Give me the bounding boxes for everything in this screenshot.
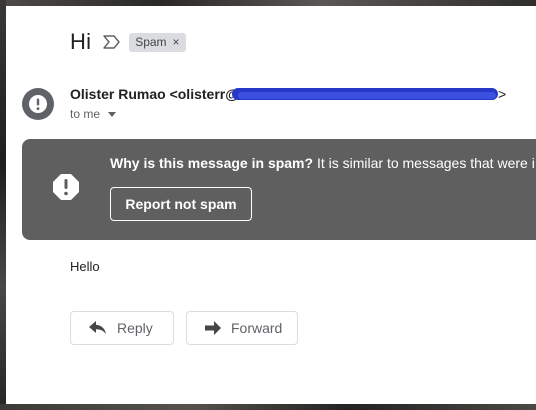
forward-button[interactable]: Forward (186, 311, 298, 345)
spam-question: Why is this message in spam? (110, 155, 314, 171)
importance-marker-icon[interactable] (103, 35, 121, 49)
recipient-label: to me (70, 107, 101, 121)
spam-warning-banner: Why is this message in spam? It is simil… (22, 139, 536, 240)
reply-button[interactable]: Reply (70, 311, 174, 345)
spam-explanation: Why is this message in spam? It is simil… (110, 155, 535, 171)
email-body: Hello (70, 259, 100, 274)
email-view: Hi Spam × Olister Rumao <olisterr@ > to … (6, 6, 536, 404)
recipient-details[interactable]: to me (70, 107, 117, 121)
warning-icon (29, 95, 47, 113)
forward-arrow-icon (205, 321, 221, 335)
email-subject: Hi (70, 29, 92, 54)
report-not-spam-button[interactable]: Report not spam (110, 187, 252, 221)
forward-label: Forward (231, 320, 283, 336)
chevron-down-icon (108, 111, 117, 117)
spam-label-chip: Spam × (129, 32, 186, 52)
redaction-scribble-overlay (238, 92, 496, 99)
reply-label: Reply (117, 320, 153, 336)
remove-label-button[interactable]: × (173, 35, 180, 49)
warning-octagon-icon (53, 174, 79, 200)
reply-arrow-icon (89, 321, 106, 334)
spam-reason: It is similar to messages that were i (313, 155, 535, 171)
background-edge-bottom (0, 404, 536, 410)
spam-label-text: Spam (135, 35, 167, 49)
sender-display: Olister Rumao <olisterr@ (70, 86, 239, 102)
sender-avatar (22, 88, 54, 120)
sender-name[interactable]: Olister Rumao <olisterr@ (70, 86, 239, 102)
subject-row: Hi Spam × (70, 28, 186, 56)
sender-address-end: > (498, 86, 507, 102)
